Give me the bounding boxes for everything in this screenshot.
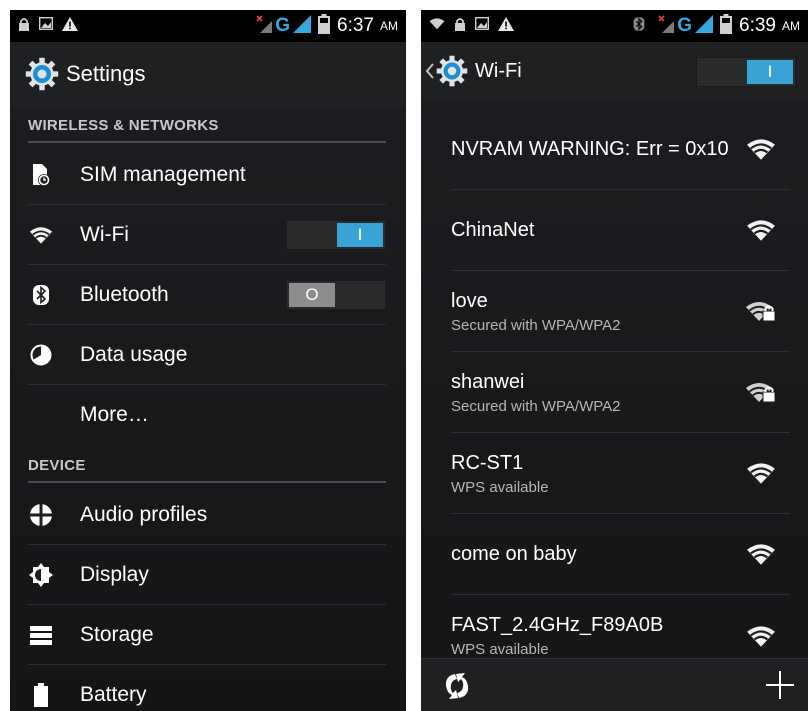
settings-item-label: Battery [80,683,147,706]
network-security: WPS available [451,478,549,496]
storage-icon [28,622,54,648]
toggle-knob: O [289,282,335,307]
back-icon[interactable] [425,62,435,80]
settings-item-label: More… [80,403,149,426]
audio-profiles-icon [28,502,54,528]
add-network-icon[interactable] [766,671,794,699]
settings-item-bluetooth[interactable]: Bluetooth O [28,265,386,325]
network-ssid: shanwei [451,370,525,393]
signal-icon [695,15,713,38]
network-type-label: G [275,15,291,36]
sim-icon [28,162,54,188]
section-header-device: DEVICE [28,457,386,483]
lock-icon [454,17,466,36]
network-security: WPS available [451,641,549,658]
screenshot-icon [474,16,490,35]
network-item[interactable]: ChinaNet [451,190,790,271]
wifi-signal-icon [746,461,776,485]
clock-ampm: AM [380,19,398,33]
lock-icon [18,17,30,36]
settings-item-label: Data usage [80,342,188,366]
settings-item-label: Storage [80,622,154,646]
sim-no-signal-icon [256,14,273,38]
wifi-signal-icon [746,542,776,566]
network-item[interactable]: come on baby [451,514,790,595]
network-type-label: G [677,15,693,36]
network-security: Secured with WPA/WPA2 [451,316,621,334]
settings-item-battery[interactable]: Battery [28,665,386,711]
wifi-screen: G 6:39 AM Wi-Fi I NVRAM WARNING: Err = 0… [421,10,808,711]
section-header-wireless: WIRELESS & NETWORKS [28,117,386,143]
data-usage-icon [28,342,54,368]
screenshot-icon [38,16,54,35]
wifi-signal-icon [746,624,776,648]
settings-item-audio-profiles[interactable]: Audio profiles [28,485,386,545]
clock: 6:39 [739,15,776,36]
wifi-lock-icon [746,380,776,404]
page-title: Wi-Fi [475,59,522,82]
settings-item-data-usage[interactable]: Data usage [28,325,386,385]
warning-icon [498,16,514,36]
settings-item-label: SIM management [80,162,246,186]
battery-icon [28,682,54,708]
signal-icon [293,15,311,38]
bottom-action-bar [421,658,808,711]
settings-item-storage[interactable]: Storage [28,605,386,665]
toggle-knob: I [747,60,793,84]
sim-no-signal-icon [658,14,675,38]
settings-item-display[interactable]: Display [28,545,386,605]
network-item[interactable]: shanwei Secured with WPA/WPA2 [451,352,790,433]
network-ssid: ChinaNet [451,219,535,241]
settings-item-wifi[interactable]: Wi-Fi I [28,205,386,265]
bluetooth-status-icon [633,16,645,37]
toggle-knob: I [337,222,383,247]
network-item[interactable]: NVRAM WARNING: Err = 0x10 [451,109,790,190]
settings-gear-icon[interactable] [24,56,60,92]
wifi-status-icon [429,17,445,35]
wifi-master-toggle[interactable]: I [696,57,796,87]
wifi-icon [28,222,54,248]
settings-gear-icon[interactable] [435,54,469,88]
display-icon [28,562,54,588]
network-security: Secured with WPA/WPA2 [451,397,621,415]
network-ssid: NVRAM WARNING: Err = 0x10 [451,138,729,160]
settings-item-label: Audio profiles [80,502,208,526]
bluetooth-toggle[interactable]: O [286,279,386,310]
wifi-toggle[interactable]: I [286,219,386,250]
wifi-signal-icon [746,218,776,242]
settings-item-label: Wi-Fi [80,222,129,246]
page-title: Settings [66,61,146,86]
warning-icon [62,16,78,36]
network-ssid: FAST_2.4GHz_F89A0B [451,614,664,636]
settings-item-label: Display [80,562,149,586]
settings-item-label: Bluetooth [80,282,169,306]
status-bar: G 6:39 AM [421,10,808,42]
settings-item-sim-management[interactable]: SIM management [28,145,386,205]
clock-ampm: AM [782,19,800,33]
action-bar: Wi-Fi I [421,42,808,100]
network-ssid: RC-ST1 [451,451,524,474]
settings-screen: G 6:37 AM Settings WIRELESS & NETWORKS S… [10,10,406,711]
settings-item-more[interactable]: More… [28,385,386,445]
wps-icon[interactable] [441,671,473,701]
battery-icon [318,14,330,39]
status-bar: G 6:37 AM [10,10,406,42]
network-item[interactable]: love Secured with WPA/WPA2 [451,271,790,352]
network-ssid: love [451,289,488,312]
wifi-signal-icon [746,137,776,161]
network-item[interactable]: RC-ST1 WPS available [451,433,790,514]
network-ssid: come on baby [451,543,577,565]
action-bar: Settings [10,42,406,106]
bluetooth-icon [28,282,54,308]
clock: 6:37 [337,15,374,36]
wifi-lock-icon [746,299,776,323]
battery-icon [720,14,732,39]
